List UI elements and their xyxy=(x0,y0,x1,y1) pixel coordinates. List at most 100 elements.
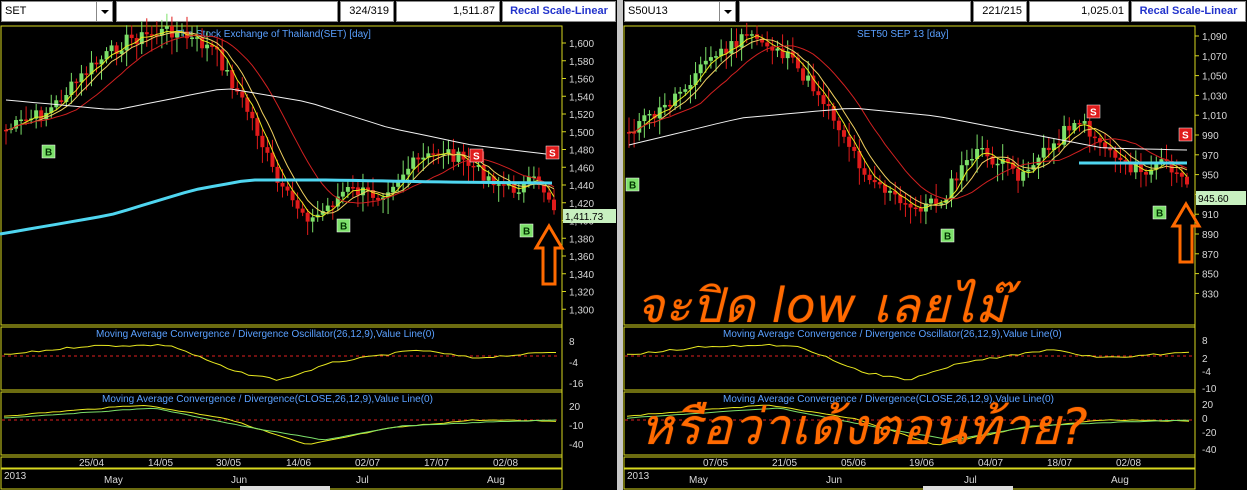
ma-short-line xyxy=(628,35,1188,209)
candle-body xyxy=(471,165,476,168)
scrollbar-thumb xyxy=(240,486,330,490)
buy-signal-label: B xyxy=(629,181,636,192)
buy-signal-label: B xyxy=(45,148,52,159)
macd-tick: -10 xyxy=(569,421,584,432)
sell-signal-label: S xyxy=(1182,131,1189,142)
candle-body xyxy=(1067,125,1072,131)
candle-body xyxy=(144,32,149,35)
candle-body xyxy=(816,91,821,96)
candle-body xyxy=(683,89,688,92)
price-tick-label: 1,460 xyxy=(569,163,594,174)
candle-body xyxy=(295,200,300,209)
candle-body xyxy=(1108,148,1113,151)
set-price-chart[interactable]: The Stock Exchange of Thailand(SET) [day… xyxy=(0,0,617,490)
candle-body xyxy=(265,147,270,153)
macd-osc-tick: -4 xyxy=(569,358,578,369)
candle-body xyxy=(59,100,64,102)
candle-body xyxy=(310,217,315,222)
candle-body xyxy=(1144,172,1149,175)
candle-body xyxy=(703,60,708,65)
candle-body xyxy=(330,205,335,208)
candle-body xyxy=(929,198,934,204)
candle-body xyxy=(421,157,426,160)
month-axis xyxy=(623,468,1196,490)
macd-osc-line xyxy=(626,343,1190,381)
macd-osc-title: Moving Average Convergence / Divergence … xyxy=(96,329,435,340)
candle-body xyxy=(908,203,913,208)
candle-body xyxy=(205,44,210,49)
month-label: Jun xyxy=(826,475,842,486)
price-tick-label: 1,340 xyxy=(569,270,594,281)
candle-body xyxy=(1179,172,1184,177)
macd-osc-tick: 8 xyxy=(1202,336,1208,347)
macd-osc-tick: 2 xyxy=(1202,354,1208,365)
candle-body xyxy=(109,45,114,52)
candle-body xyxy=(867,174,872,181)
candle-body xyxy=(1041,147,1046,158)
candle-body xyxy=(801,68,806,81)
candle-body xyxy=(877,182,882,185)
candle-body xyxy=(1185,176,1189,185)
price-tick-label: 1,050 xyxy=(1202,72,1227,83)
candle-body xyxy=(340,191,345,197)
price-tick-label: 1,320 xyxy=(569,288,594,299)
candle-body xyxy=(250,111,255,119)
candle-body xyxy=(964,160,969,166)
date-label: 14/05 xyxy=(148,458,173,469)
candle-body xyxy=(1174,172,1179,174)
candle-body xyxy=(1077,123,1082,125)
candle-body xyxy=(765,42,770,47)
candle-body xyxy=(642,115,647,122)
buy-signal-label: B xyxy=(523,227,530,238)
buy-signal-label: B xyxy=(340,222,347,233)
ma-long-line xyxy=(5,88,555,156)
candle-body xyxy=(39,110,44,120)
year-label: 2013 xyxy=(627,471,650,482)
candle-body xyxy=(995,163,1000,166)
candle-body xyxy=(124,34,129,51)
macd-title: Moving Average Convergence / Divergence(… xyxy=(102,394,433,405)
scrollbar-thumb xyxy=(923,486,1013,490)
macd-osc-tick: -10 xyxy=(1202,384,1217,395)
candle-body xyxy=(350,187,355,189)
ma-red-line xyxy=(5,34,555,204)
candle-body xyxy=(729,41,734,54)
candle-body xyxy=(821,95,826,105)
candle-body xyxy=(1026,169,1031,172)
candle-body xyxy=(240,91,245,98)
candle-body xyxy=(1092,136,1097,139)
candle-body xyxy=(913,207,918,210)
price-tick-label: 990 xyxy=(1202,131,1219,142)
candle-body xyxy=(662,104,667,108)
date-label: 30/05 xyxy=(216,458,241,469)
price-tick-label: 1,440 xyxy=(569,181,594,192)
candle-body xyxy=(775,48,780,51)
candle-body xyxy=(678,91,683,94)
buy-signal-label: B xyxy=(944,232,951,243)
macd-osc-tick: -16 xyxy=(569,379,584,390)
candle-body xyxy=(74,81,79,84)
candle-body xyxy=(842,130,847,137)
candle-body xyxy=(811,75,816,92)
macd-tick: -40 xyxy=(1202,445,1217,456)
candle-body xyxy=(698,64,703,74)
candle-body xyxy=(1031,165,1036,170)
price-tick-label: 1,090 xyxy=(1202,32,1227,43)
candle-body xyxy=(826,104,831,107)
price-tick-label: 890 xyxy=(1202,230,1219,241)
candle-body xyxy=(255,118,260,136)
overlay-question-line2: หรือว่าเด้งตอนท้าย? xyxy=(640,398,1089,456)
date-label: 14/06 xyxy=(286,458,311,469)
price-tick-label: 1,560 xyxy=(569,75,594,86)
candle-body xyxy=(980,147,985,150)
candle-body xyxy=(888,190,893,193)
candle-body xyxy=(511,183,516,193)
candle-body xyxy=(496,184,501,186)
set-chart-window: SET 324/319 1,511.87 Recal Scale-Linear … xyxy=(0,0,617,490)
buy-signal-label: B xyxy=(1156,209,1163,220)
candle-body xyxy=(969,159,974,161)
month-label: Jul xyxy=(964,475,977,486)
current-price-label: 1,411.73 xyxy=(565,212,604,223)
candle-body xyxy=(225,70,230,72)
price-tick-label: 850 xyxy=(1202,270,1219,281)
